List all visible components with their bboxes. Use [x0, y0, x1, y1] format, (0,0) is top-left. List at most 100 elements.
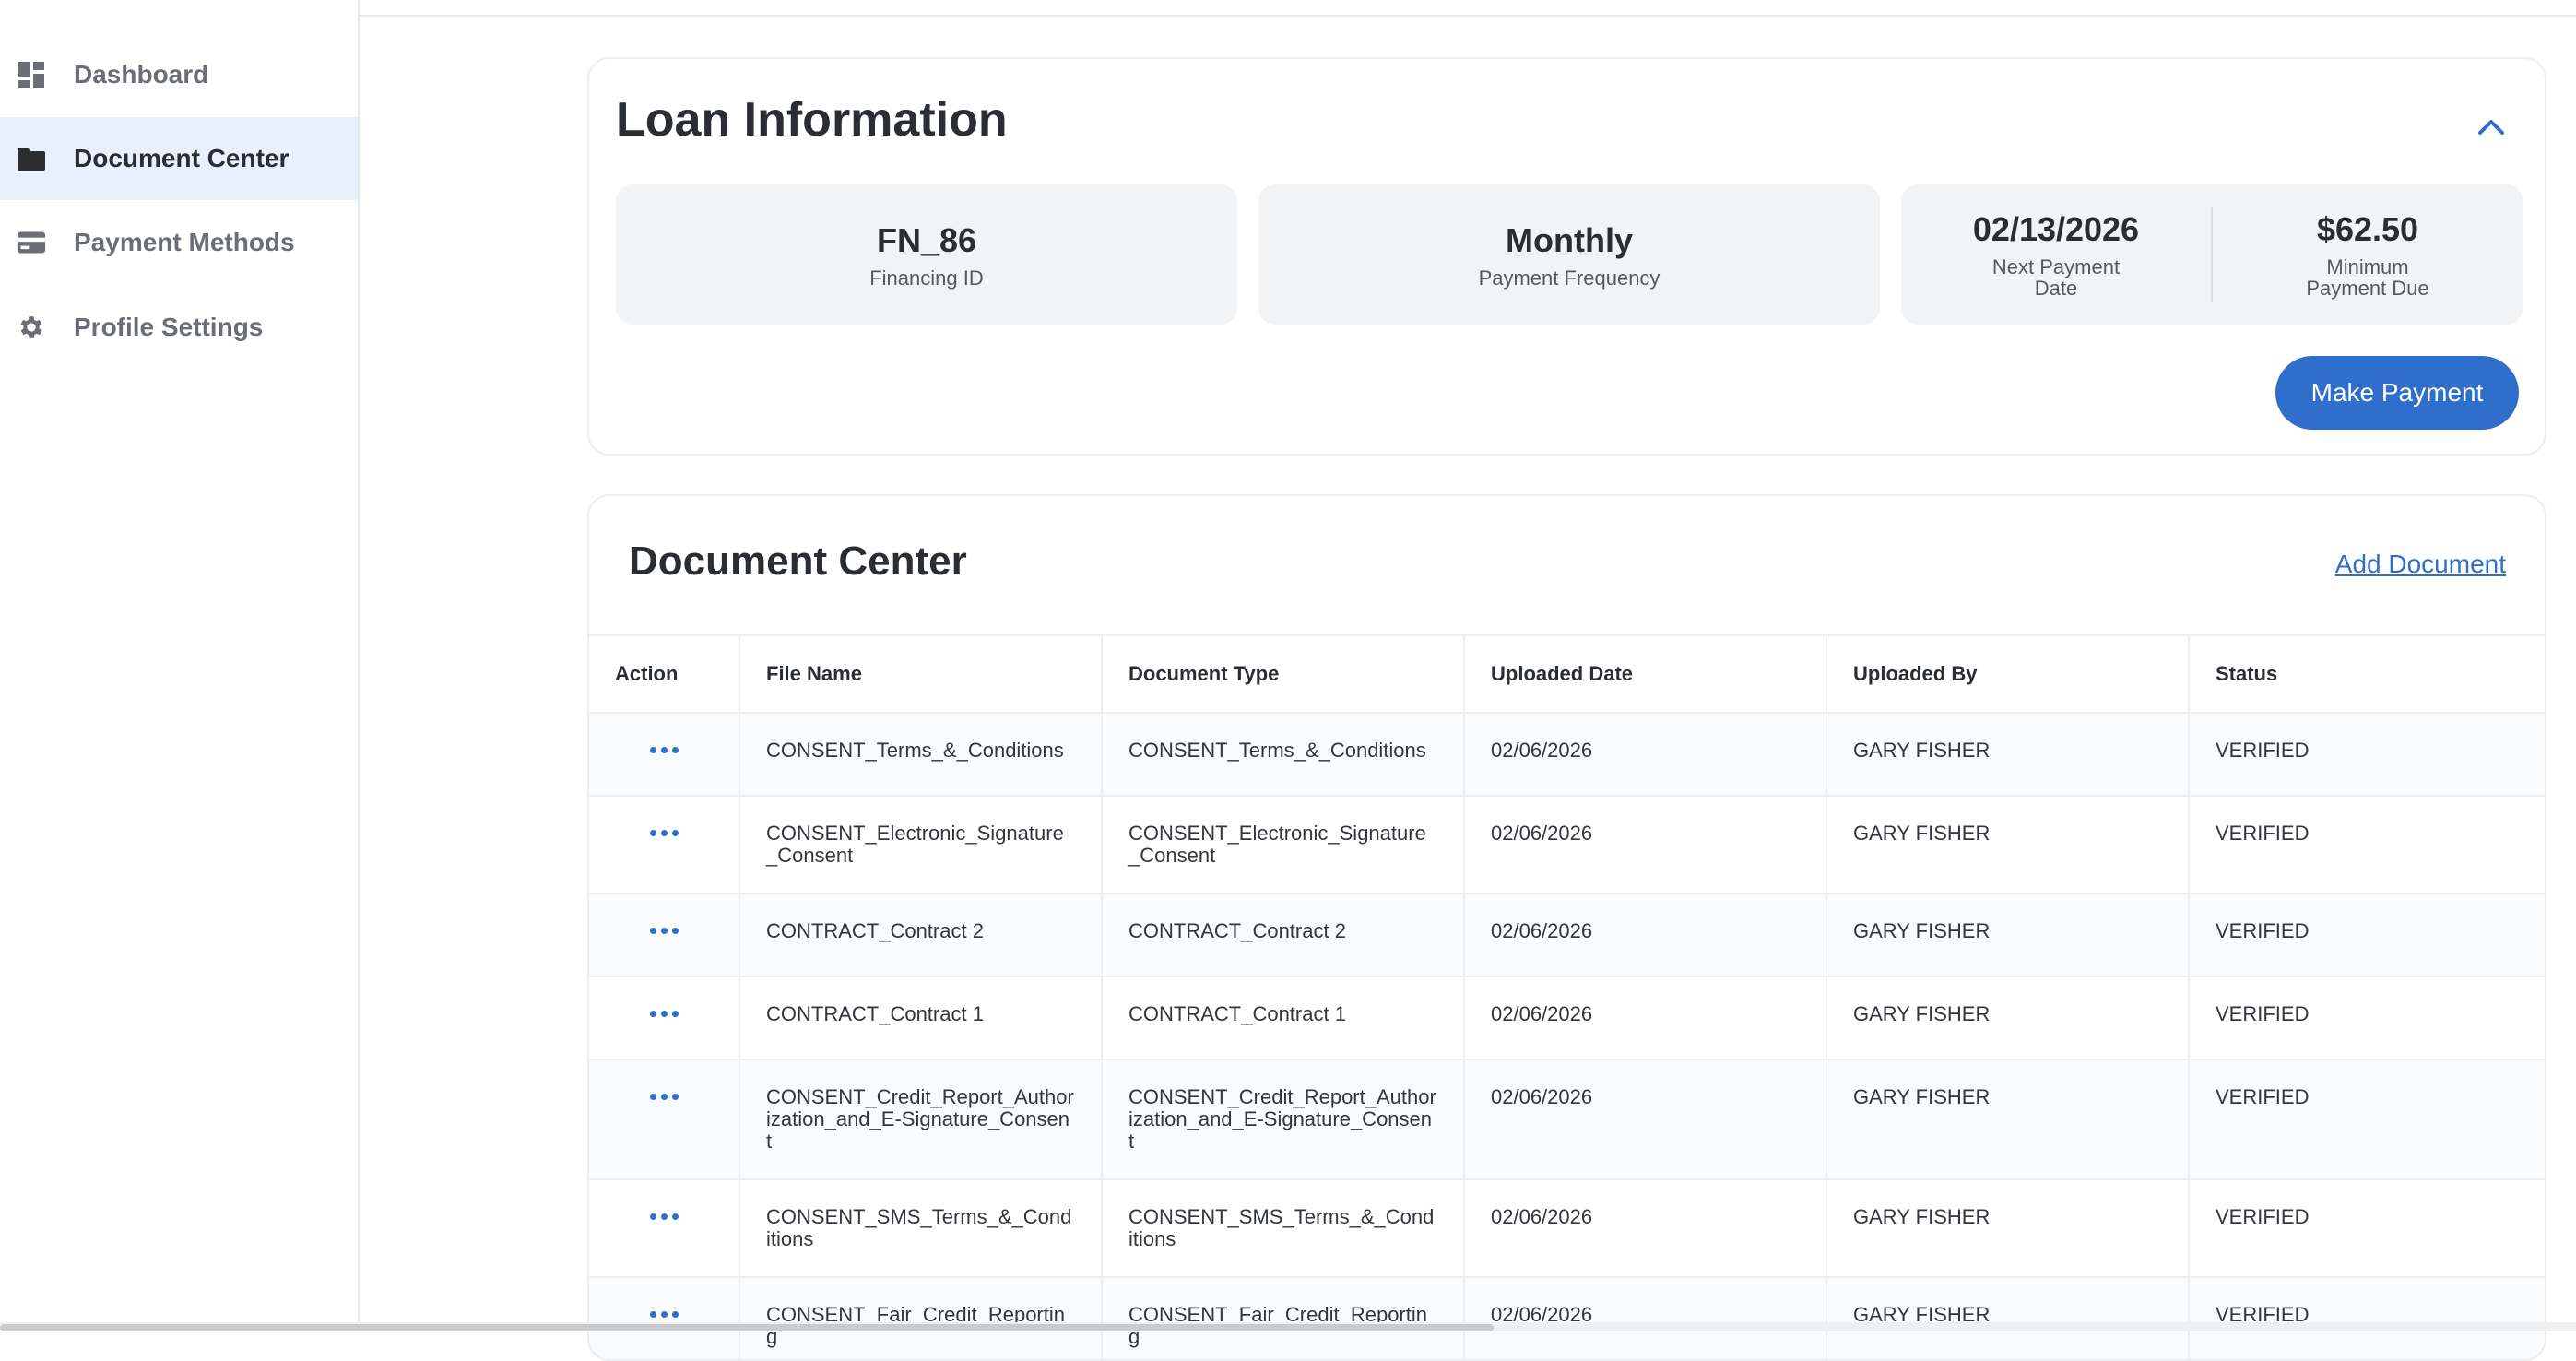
sidebar-item-document-center[interactable]: Document Center: [0, 117, 358, 200]
uploaded-date-cell: 02/06/2026: [1463, 893, 1826, 976]
dot: [649, 747, 656, 753]
uploaded-by-cell: GARY FISHER: [1826, 893, 2189, 976]
status-cell: VERIFIED: [2188, 893, 2545, 976]
minimum-payment-value: $62.50: [2316, 210, 2419, 248]
dot: [671, 1011, 679, 1017]
table-row: CONSENT_Electronic_Signature_Consent CONS…: [589, 795, 2545, 894]
financing-id-value: FN_86: [876, 220, 977, 259]
uploaded-date-cell: 02/06/2026: [1463, 976, 1826, 1059]
dot: [649, 830, 656, 836]
sidebar-item-label: Document Center: [74, 144, 290, 172]
column-header-document-type[interactable]: Document Type: [1101, 634, 1464, 713]
file-name-cell: CONSENT_Terms_&_Conditions: [739, 712, 1102, 796]
table-row: CONTRACT_Contract 2 CONTRACT_Contract 2 02…: [589, 893, 2545, 976]
dot: [660, 747, 668, 753]
sidebar-item-profile-settings[interactable]: Profile Settings: [0, 286, 358, 369]
next-payment-date: 02/13/2026 Next Payment Date: [1901, 184, 2211, 325]
dot: [660, 928, 668, 934]
more-options-icon[interactable]: [589, 1003, 739, 1017]
status-cell: VERIFIED: [2188, 1059, 2545, 1179]
document-center-card: Document Center Add Document Action File…: [587, 494, 2546, 1361]
dot: [649, 1094, 656, 1100]
dot: [660, 830, 668, 836]
next-payment-date-value: 02/13/2026: [1972, 210, 2140, 248]
collapse-chevron-up-icon[interactable]: [2473, 109, 2510, 146]
column-header-action: Action: [589, 634, 739, 713]
file-name-cell: CONSENT_Electronic_Signature_Consent: [739, 795, 1102, 894]
document-center-title: Document Center: [629, 538, 967, 584]
dot: [671, 1311, 679, 1318]
status-cell: VERIFIED: [2188, 1276, 2545, 1359]
column-header-status[interactable]: Status: [2188, 634, 2545, 713]
uploaded-date-cell: 02/06/2026: [1463, 1059, 1826, 1179]
payment-frequency-value: Monthly: [1506, 220, 1633, 259]
document-type-cell: CONSENT_Electronic_Signature_Consent: [1101, 795, 1464, 894]
add-document-link[interactable]: Add Document: [2335, 550, 2506, 579]
sidebar-item-dashboard[interactable]: Dashboard: [0, 33, 358, 116]
documents-table: Action File Name Document Type Uploaded …: [589, 634, 2545, 1359]
dot: [660, 1213, 668, 1220]
dot: [660, 1011, 668, 1017]
table-row: CONSENT_Terms_&_Conditions CONSENT_Terms_…: [589, 712, 2545, 796]
horizontal-scrollbar-track[interactable]: [0, 1322, 2576, 1331]
file-name-cell: CONSENT_SMS_Terms_&_Conditions: [739, 1178, 1102, 1277]
horizontal-scrollbar-thumb[interactable]: [0, 1324, 1494, 1331]
dot: [649, 928, 656, 934]
uploaded-date-cell: 02/06/2026: [1463, 712, 1826, 796]
row-actions-menu[interactable]: [589, 795, 739, 894]
credit-card-icon: [17, 228, 46, 257]
file-name-cell: CONSENT_Credit_Report_Authorization_and_…: [739, 1059, 1102, 1179]
dot: [649, 1213, 656, 1220]
dot: [649, 1011, 656, 1017]
file-name-cell: CONTRACT_Contract 2: [739, 893, 1102, 976]
column-header-file-name[interactable]: File Name: [739, 634, 1102, 713]
dot: [671, 830, 679, 836]
uploaded-by-cell: GARY FISHER: [1826, 712, 2189, 796]
more-options-icon[interactable]: [589, 740, 739, 753]
row-actions-menu[interactable]: [589, 976, 739, 1059]
sidebar-item-payment-methods[interactable]: Payment Methods: [0, 201, 358, 284]
more-options-icon[interactable]: [589, 1304, 739, 1318]
more-options-icon[interactable]: [589, 823, 739, 836]
dot: [671, 1213, 679, 1220]
more-options-icon[interactable]: [589, 1086, 739, 1100]
financing-id-tile: FN_86 Financing ID: [616, 184, 1237, 325]
uploaded-date-cell: 02/06/2026: [1463, 795, 1826, 894]
document-type-cell: CONTRACT_Contract 1: [1101, 976, 1464, 1059]
payment-frequency-tile: Monthly Payment Frequency: [1258, 184, 1880, 325]
make-payment-button[interactable]: Make Payment: [2275, 356, 2519, 430]
folder-icon: [17, 144, 46, 173]
row-actions-menu[interactable]: [589, 1276, 739, 1359]
dashboard-icon: [17, 60, 46, 89]
minimum-payment-label: Minimum Payment Due: [2306, 255, 2429, 300]
sidebar: Dashboard Document Center Payment Method…: [0, 0, 360, 1331]
header-divider: [358, 15, 2576, 17]
uploaded-by-cell: GARY FISHER: [1826, 976, 2189, 1059]
status-cell: VERIFIED: [2188, 1178, 2545, 1277]
document-type-cell: CONSENT_Credit_Report_Authorization_and_…: [1101, 1059, 1464, 1179]
document-type-cell: CONTRACT_Contract 2: [1101, 893, 1464, 976]
column-header-uploaded-date[interactable]: Uploaded Date: [1463, 634, 1826, 713]
gear-icon: [17, 313, 46, 342]
table-row: CONSENT_Fair_Credit_Reporting CONSENT_Fai…: [589, 1276, 2545, 1359]
row-actions-menu[interactable]: [589, 712, 739, 796]
row-actions-menu[interactable]: [589, 1059, 739, 1179]
dot: [671, 928, 679, 934]
row-actions-menu[interactable]: [589, 1178, 739, 1277]
sidebar-item-label: Profile Settings: [74, 313, 264, 341]
more-options-icon[interactable]: [589, 1206, 739, 1220]
status-cell: VERIFIED: [2188, 976, 2545, 1059]
uploaded-by-cell: GARY FISHER: [1826, 795, 2189, 894]
row-actions-menu[interactable]: [589, 893, 739, 976]
sidebar-item-label: Payment Methods: [74, 228, 295, 256]
loan-information-title: Loan Information: [616, 93, 1008, 147]
next-payment-date-label: Next Payment Date: [1991, 255, 2121, 300]
column-header-uploaded-by[interactable]: Uploaded By: [1826, 634, 2189, 713]
payment-frequency-label: Payment Frequency: [1478, 266, 1660, 290]
status-cell: VERIFIED: [2188, 795, 2545, 894]
uploaded-by-cell: GARY FISHER: [1826, 1178, 2189, 1277]
uploaded-date-cell: 02/06/2026: [1463, 1178, 1826, 1277]
more-options-icon[interactable]: [589, 920, 739, 934]
file-name-cell: CONSENT_Fair_Credit_Reporting: [739, 1276, 1102, 1359]
table-row: CONTRACT_Contract 1 CONTRACT_Contract 1 02…: [589, 976, 2545, 1059]
